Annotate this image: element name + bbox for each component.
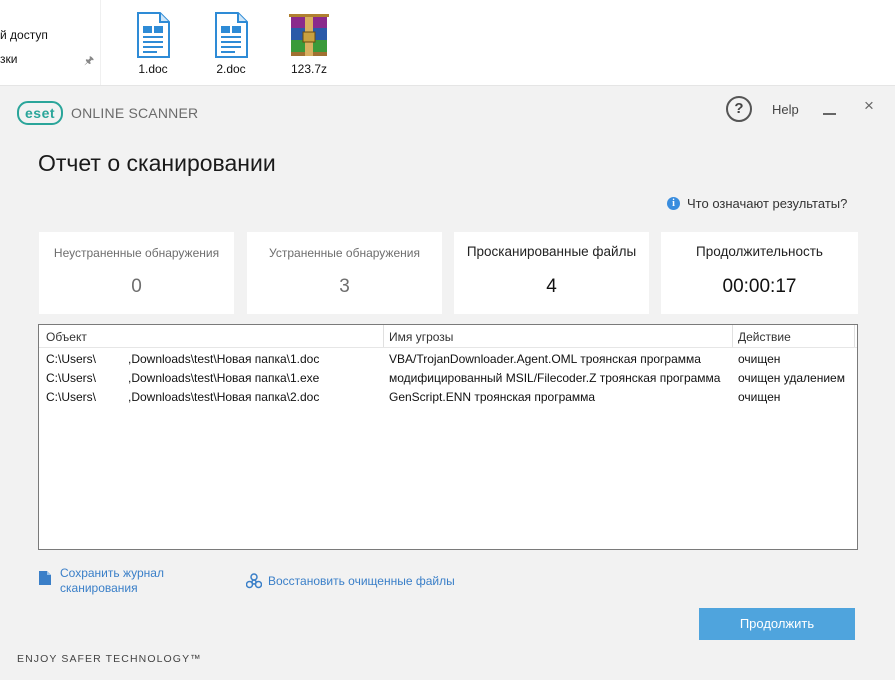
results-help-link[interactable]: i Что означают результаты? xyxy=(667,196,847,211)
explorer-nav-pane: й доступ зки 🖈 xyxy=(0,0,101,85)
cell-action: очищен xyxy=(738,390,781,404)
table-row[interactable]: C:\Users\ ,Downloads\test\Новая папка\1.… xyxy=(39,349,857,368)
save-log-label-line2: сканирования xyxy=(60,581,138,595)
table-header: Объект Имя угрозы Действие xyxy=(39,325,857,348)
stat-card-resolved: Устраненные обнаружения 3 xyxy=(247,232,442,314)
pin-icon: 🖈 xyxy=(84,55,95,67)
page-title: Отчет о сканировании xyxy=(38,150,276,176)
biohazard-icon xyxy=(246,573,262,589)
file-item[interactable]: 2.doc xyxy=(201,12,261,76)
cell-threat: модифицированный MSIL/Filecoder.Z троянс… xyxy=(389,371,721,385)
document-icon xyxy=(137,12,170,58)
cell-action: очищен удалением xyxy=(738,371,845,385)
column-header-object[interactable]: Объект xyxy=(46,330,87,344)
restore-files-label: Восстановить очищенные файлы xyxy=(268,574,455,588)
help-link[interactable]: Help xyxy=(772,102,799,117)
cell-object-user: C:\Users\ xyxy=(46,352,97,366)
help-icon[interactable]: ? xyxy=(726,96,752,122)
cell-threat: VBA/TrojanDownloader.Agent.OML троянская… xyxy=(389,352,701,366)
eset-logo-badge: eset xyxy=(17,101,64,125)
eset-logo-text: ONLINE SCANNER xyxy=(71,105,199,121)
file-item[interactable]: 123.7z xyxy=(279,12,339,76)
cell-object-path: ,Downloads\test\Новая папка\1.doc xyxy=(128,352,320,366)
nav-item-quick-access[interactable]: й доступ xyxy=(0,28,48,42)
continue-button[interactable]: Продолжить xyxy=(699,608,855,640)
cell-object-user: C:\Users\ xyxy=(46,390,97,404)
stat-card-unresolved: Неустраненные обнаружения 0 xyxy=(39,232,234,314)
stat-label: Устраненные обнаружения xyxy=(269,246,420,260)
stat-label: Неустраненные обнаружения xyxy=(53,246,220,260)
column-separator xyxy=(854,325,855,347)
restore-files-link[interactable]: Восстановить очищенные файлы xyxy=(246,573,455,589)
stat-value: 0 xyxy=(131,276,142,297)
column-separator[interactable] xyxy=(383,325,384,347)
footer-slogan: ENJOY SAFER TECHNOLOGY™ xyxy=(17,653,202,665)
cell-object-path: ,Downloads\test\Новая папка\2.doc xyxy=(128,390,320,404)
save-log-icon xyxy=(39,571,51,585)
eset-window: eset ONLINE SCANNER ? Help × Отчет о ска… xyxy=(0,86,895,680)
save-log-link[interactable]: Сохранить журнал сканирования xyxy=(38,566,164,596)
cell-action: очищен xyxy=(738,352,781,366)
cell-object-path: ,Downloads\test\Новая папка\1.exe xyxy=(128,371,320,385)
file-name: 123.7z xyxy=(290,62,328,76)
file-name: 1.doc xyxy=(138,62,168,76)
results-help-label: Что означают результаты? xyxy=(687,196,848,211)
stat-label: Просканированные файлы xyxy=(466,244,637,259)
file-item[interactable]: 1.doc xyxy=(123,12,183,76)
explorer-background: й доступ зки 🖈 1.doc 2.doc 123.7z xyxy=(0,0,895,86)
close-button[interactable]: × xyxy=(864,97,874,114)
document-icon xyxy=(215,12,248,58)
archive-icon xyxy=(289,14,329,56)
cell-object-user: C:\Users\ xyxy=(46,371,97,385)
save-log-label-line1: Сохранить журнал xyxy=(60,566,164,580)
results-table[interactable]: Объект Имя угрозы Действие C:\Users\ ,Do… xyxy=(38,324,858,550)
info-icon: i xyxy=(667,197,680,210)
stat-card-scanned-files: Просканированные файлы 4 xyxy=(454,232,649,314)
column-header-action[interactable]: Действие xyxy=(738,330,791,344)
stat-card-duration: Продолжительность 00:00:17 xyxy=(661,232,858,314)
cell-threat: GenScript.ENN троянская программа xyxy=(389,390,596,404)
minimize-button[interactable] xyxy=(822,96,838,116)
column-header-threat[interactable]: Имя угрозы xyxy=(389,330,453,344)
column-separator[interactable] xyxy=(732,325,733,347)
table-row[interactable]: C:\Users\ ,Downloads\test\Новая папка\1.… xyxy=(39,368,857,387)
stat-value: 4 xyxy=(546,276,557,297)
file-name: 2.doc xyxy=(216,62,246,76)
stat-value: 00:00:17 xyxy=(722,276,797,297)
eset-logo: eset ONLINE SCANNER xyxy=(17,101,199,125)
stat-value: 3 xyxy=(339,276,350,297)
stat-label: Продолжительность xyxy=(696,244,823,259)
nav-item-downloads[interactable]: зки xyxy=(0,52,17,66)
table-row[interactable]: C:\Users\ ,Downloads\test\Новая папка\2.… xyxy=(39,387,857,406)
